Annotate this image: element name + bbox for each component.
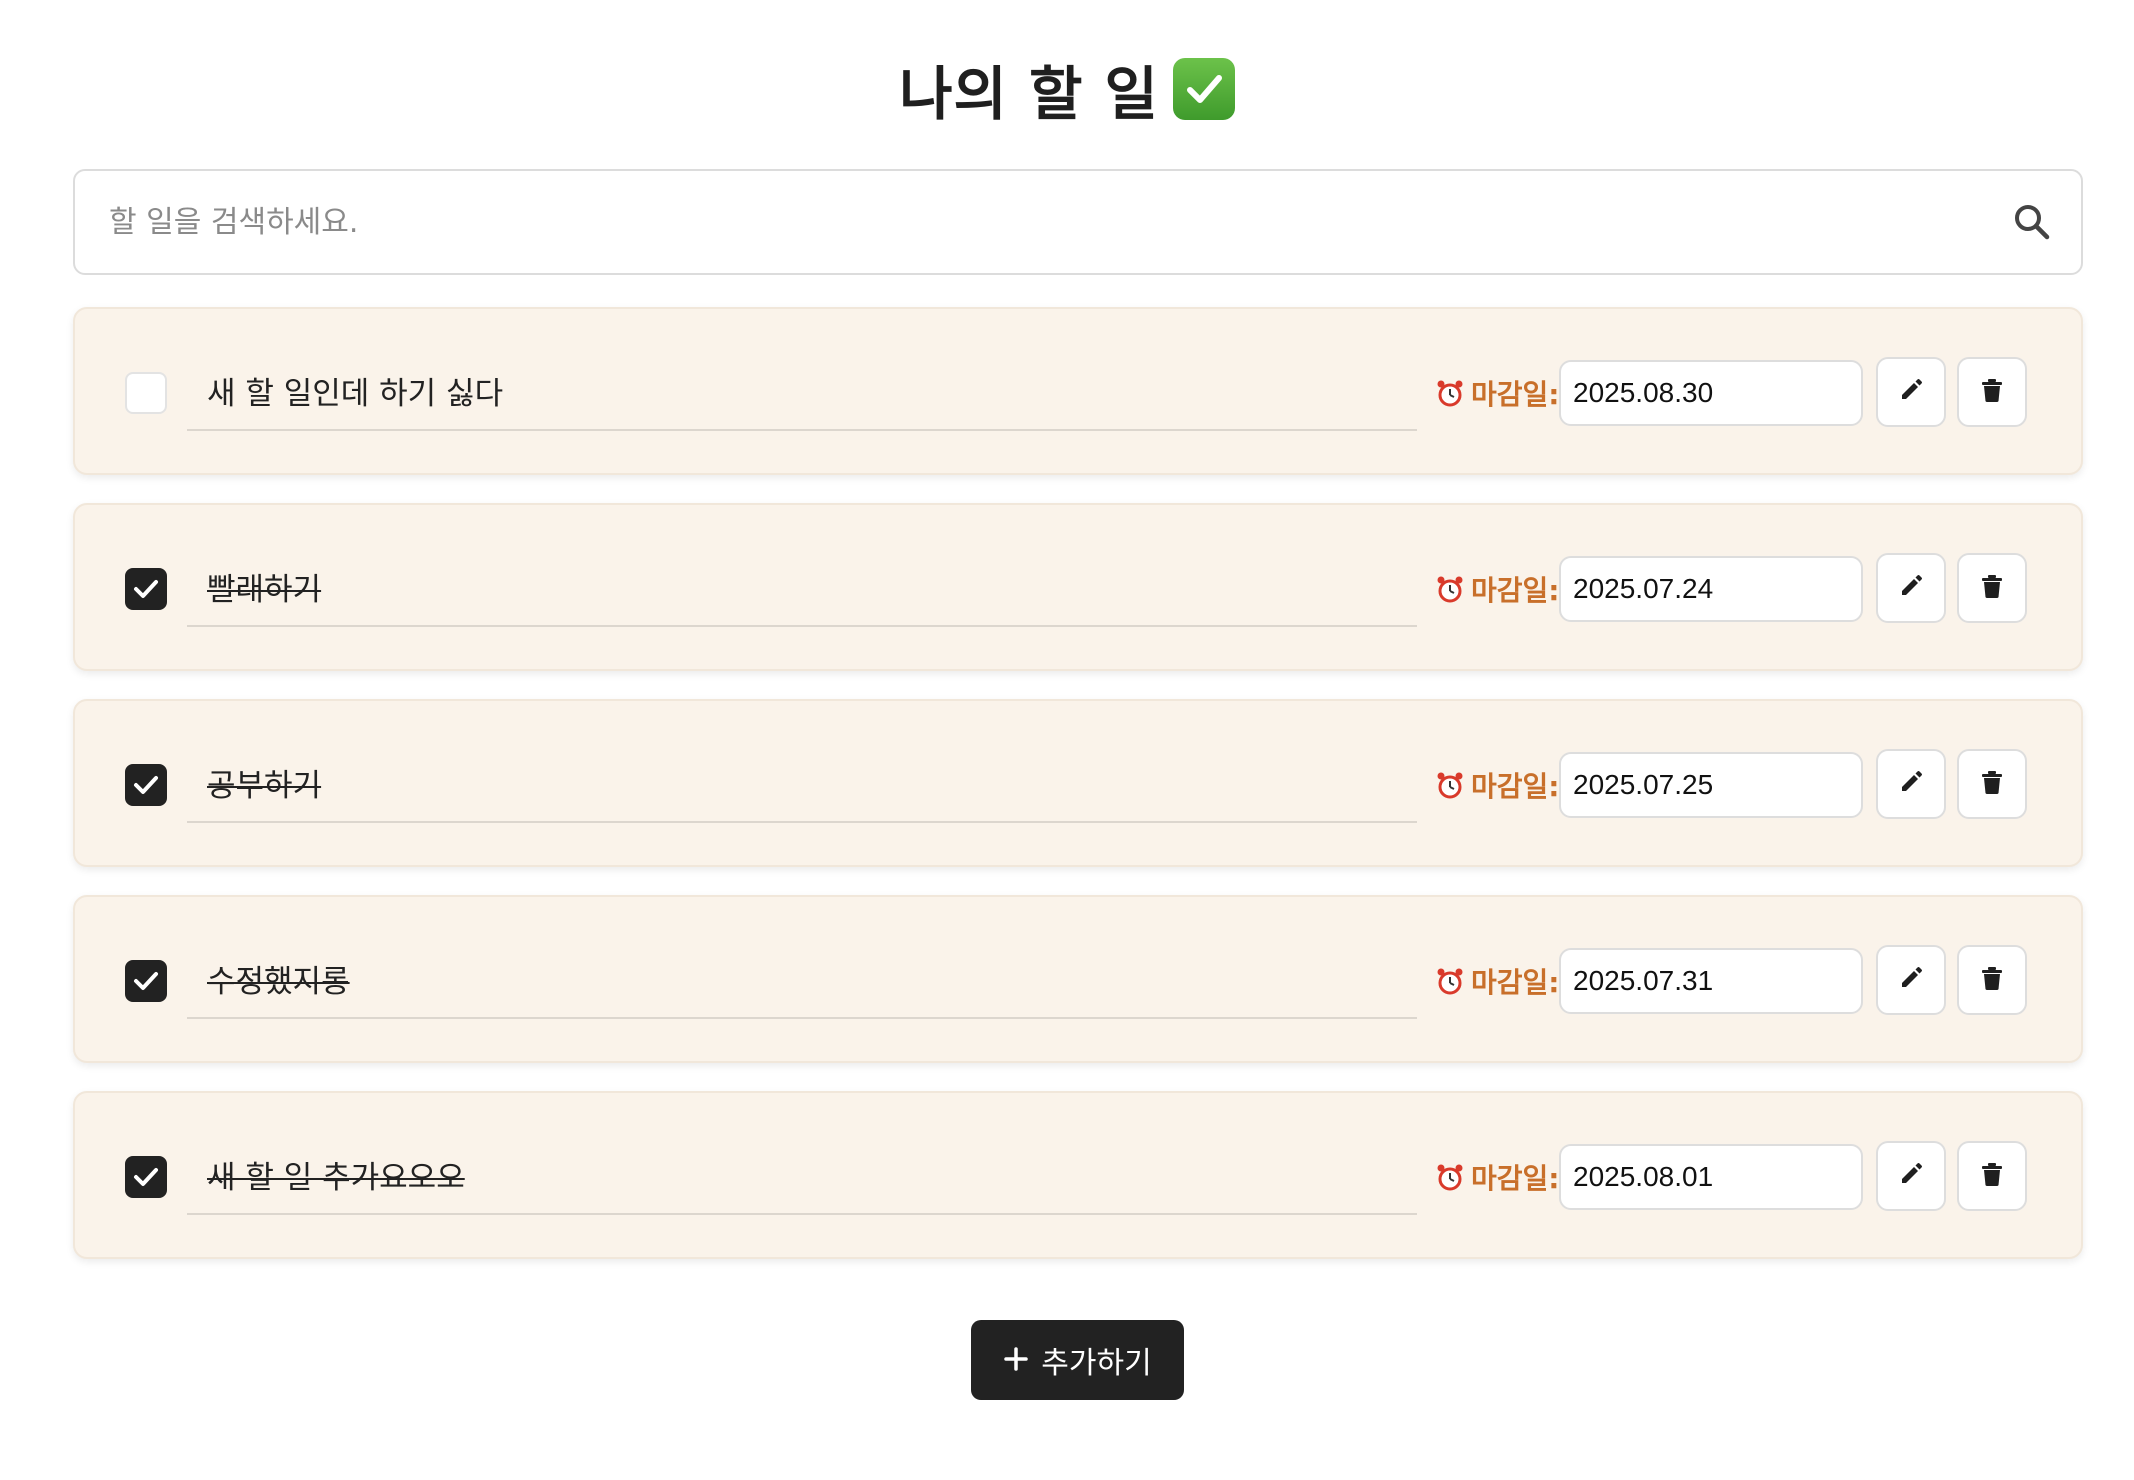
todo-text-field[interactable]: 빨래하기 <box>187 547 1417 627</box>
pencil-icon <box>1896 1159 1926 1193</box>
due-date-input[interactable]: 2025.07.31 <box>1559 948 1863 1014</box>
delete-button[interactable] <box>1957 1141 2027 1211</box>
todo-text-field[interactable]: 수정했지롱 <box>187 939 1417 1019</box>
edit-button[interactable] <box>1876 357 1946 427</box>
due-label-text: 마감일: <box>1471 1162 1560 1195</box>
todo-list: 새 할 일인데 하기 싫다 마감일: 2025.08.30 빨래하기 마감일: <box>73 307 2083 1287</box>
due-date-input[interactable]: 2025.08.30 <box>1559 360 1863 426</box>
alarm-clock-icon <box>1433 376 1467 410</box>
todo-text-field[interactable]: 공부하기 <box>187 743 1417 823</box>
search-icon[interactable] <box>2009 199 2055 245</box>
due-date-input[interactable]: 2025.08.01 <box>1559 1144 1863 1210</box>
add-button-label: 추가하기 <box>1041 1347 1152 1380</box>
alarm-clock-icon <box>1433 964 1467 998</box>
pencil-icon <box>1896 963 1926 997</box>
due-label: 마감일: <box>1433 369 1559 417</box>
todo-item: 새 할 일 추가요오오 마감일: 2025.08.01 <box>73 1091 2083 1259</box>
todo-text: 수정했지롱 <box>207 963 350 1000</box>
todo-app: 나의 할 일 새 할 일인데 하기 싫다 마감일: 2025.08.3 <box>0 0 2134 1480</box>
due-label-text: 마감일: <box>1471 966 1560 999</box>
delete-button[interactable] <box>1957 357 2027 427</box>
todo-checkbox[interactable] <box>125 568 167 610</box>
edit-button[interactable] <box>1876 749 1946 819</box>
due-label: 마감일: <box>1433 565 1559 613</box>
delete-button[interactable] <box>1957 553 2027 623</box>
todo-text: 빨래하기 <box>207 571 322 608</box>
plus-icon <box>1003 1346 1029 1375</box>
pencil-icon <box>1896 767 1926 801</box>
todo-text-field[interactable]: 새 할 일인데 하기 싫다 <box>187 351 1417 431</box>
todo-text-field[interactable]: 새 할 일 추가요오오 <box>187 1135 1417 1215</box>
search-bar <box>73 169 2083 275</box>
alarm-clock-icon <box>1433 1160 1467 1194</box>
todo-text: 공부하기 <box>207 767 322 804</box>
delete-button[interactable] <box>1957 945 2027 1015</box>
edit-button[interactable] <box>1876 1141 1946 1211</box>
pencil-icon <box>1896 375 1926 409</box>
edit-button[interactable] <box>1876 945 1946 1015</box>
trash-icon <box>1977 375 2007 409</box>
todo-item: 수정했지롱 마감일: 2025.07.31 <box>73 895 2083 1063</box>
page-title: 나의 할 일 <box>899 60 1159 128</box>
todo-item: 빨래하기 마감일: 2025.07.24 <box>73 503 2083 671</box>
todo-checkbox[interactable] <box>125 372 167 414</box>
trash-icon <box>1977 963 2007 997</box>
pencil-icon <box>1896 571 1926 605</box>
check-mark-button-icon <box>1172 58 1235 120</box>
todo-item: 새 할 일인데 하기 싫다 마감일: 2025.08.30 <box>73 307 2083 475</box>
delete-button[interactable] <box>1957 749 2027 819</box>
todo-item: 공부하기 마감일: 2025.07.25 <box>73 699 2083 867</box>
alarm-clock-icon <box>1433 768 1467 802</box>
trash-icon <box>1977 767 2007 801</box>
search-input[interactable] <box>107 192 2009 252</box>
due-label: 마감일: <box>1433 761 1559 809</box>
due-label-text: 마감일: <box>1471 770 1560 803</box>
due-label: 마감일: <box>1433 957 1559 1005</box>
todo-checkbox[interactable] <box>125 960 167 1002</box>
title-row: 나의 할 일 <box>0 44 2134 134</box>
todo-text: 새 할 일인데 하기 싫다 <box>207 375 504 412</box>
due-label-text: 마감일: <box>1471 574 1560 607</box>
alarm-clock-icon <box>1433 572 1467 606</box>
todo-text: 새 할 일 추가요오오 <box>207 1159 465 1196</box>
trash-icon <box>1977 571 2007 605</box>
trash-icon <box>1977 1159 2007 1193</box>
add-button[interactable]: 추가하기 <box>971 1320 1184 1400</box>
due-label: 마감일: <box>1433 1153 1559 1201</box>
due-label-text: 마감일: <box>1471 378 1560 411</box>
due-date-input[interactable]: 2025.07.25 <box>1559 752 1863 818</box>
edit-button[interactable] <box>1876 553 1946 623</box>
todo-checkbox[interactable] <box>125 764 167 806</box>
todo-checkbox[interactable] <box>125 1156 167 1198</box>
due-date-input[interactable]: 2025.07.24 <box>1559 556 1863 622</box>
